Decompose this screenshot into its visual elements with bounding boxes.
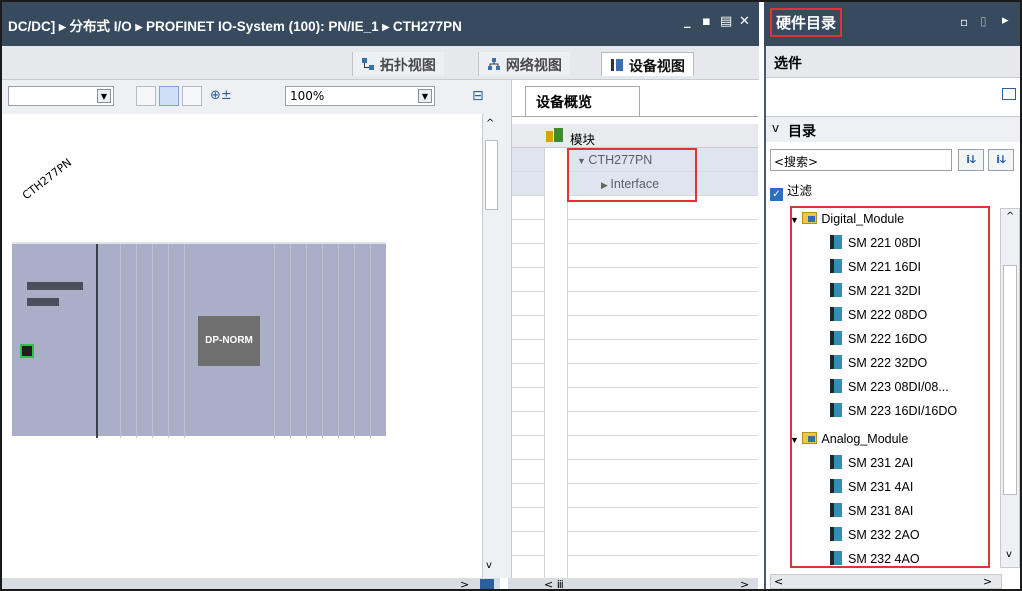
rack-slot [168, 244, 169, 438]
chevron-down-icon[interactable]: v [772, 121, 779, 135]
collapse-arrow-icon[interactable]: ▸ [1002, 13, 1009, 28]
device-icon [610, 58, 624, 76]
search-placeholder: <搜索> [774, 155, 819, 169]
rack-slot [120, 244, 121, 438]
editor-title-bar: DC/DC] ▸ 分布式 I/O ▸ PROFINET IO-System (1… [2, 2, 759, 46]
column-header-module: 模块 [570, 132, 596, 147]
catalog-vertical-scrollbar[interactable]: ^ v [1000, 208, 1020, 568]
dp-norm-module[interactable]: DP-NORM [198, 316, 260, 366]
topology-icon [361, 57, 375, 75]
filter-label: 过滤 [786, 183, 812, 198]
tab-network-view[interactable]: 网络视图 [478, 52, 570, 76]
canvas-vertical-scrollbar[interactable]: ^ v [482, 114, 500, 578]
tab-device-view[interactable]: 设备视图 [601, 52, 694, 76]
overview-highlight-box [567, 148, 697, 202]
splitter[interactable] [500, 80, 512, 578]
close-button[interactable]: ✕ [739, 14, 750, 29]
status-bar-icon [27, 282, 83, 290]
rack-slot [274, 244, 275, 438]
scroll-right-icon[interactable]: > [740, 578, 749, 589]
hardware-catalog-title: 硬件目录 [770, 8, 843, 37]
scroll-right-icon[interactable]: > [460, 578, 469, 589]
tab-label: 网络视图 [505, 58, 562, 74]
rack-slot [152, 244, 153, 438]
catalog-highlight-box [790, 206, 990, 568]
tia-portal-window: DC/DC] ▸ 分布式 I/O ▸ PROFINET IO-System (1… [0, 0, 1022, 591]
minimize-button[interactable]: _ [684, 14, 691, 29]
view-tabs-bar: 拓扑视图 网络视图 设备视图 [2, 46, 759, 80]
catalog-header[interactable]: v 目录 [766, 116, 1020, 142]
search-up-button[interactable]: ⅰↆ [988, 149, 1014, 171]
overview-horizontal-scrollbar[interactable]: < ⅲ > [508, 578, 758, 589]
maximize-button[interactable]: ▤ [720, 14, 732, 29]
scroll-up-icon[interactable]: ^ [1006, 211, 1014, 222]
options-title: 选件 [774, 56, 802, 72]
filter-checkbox-row[interactable]: ✓ 过滤 [770, 180, 812, 201]
zoom-value: 100% [290, 89, 325, 103]
tab-device-overview[interactable]: 设备概览 [525, 86, 640, 116]
network-icon [487, 57, 501, 75]
scrollbar-thumb[interactable] [1003, 265, 1017, 495]
catalog-title-bar: 硬件目录 ▫ ▯ ▸ [764, 2, 1020, 46]
table-column [544, 148, 568, 578]
zoom-dropdown[interactable]: 100% ▼ [285, 86, 435, 106]
layout-button[interactable] [136, 86, 156, 106]
rack-slot [306, 244, 307, 438]
rack-slot [184, 244, 185, 438]
overview-toggle-icon[interactable]: ⊟ [472, 88, 484, 104]
tab-label: 设备视图 [628, 59, 685, 75]
port-icon[interactable] [20, 344, 34, 358]
device-select-dropdown[interactable]: ▼ [8, 86, 114, 106]
rack-divider [96, 244, 98, 438]
tab-label: 拓扑视图 [379, 58, 436, 74]
scroll-right-icon[interactable]: > [983, 575, 992, 588]
chevron-down-icon: ▼ [97, 89, 111, 103]
show-labels-button[interactable] [159, 86, 179, 106]
module-tree-icon [546, 128, 564, 146]
canvas-horizontal-scrollbar[interactable]: > [2, 578, 500, 589]
pin-icon[interactable]: ▯ [980, 14, 987, 28]
rack-slot [290, 244, 291, 438]
scroll-down-icon[interactable]: v [486, 560, 492, 571]
search-down-button[interactable]: ⅰↆ [958, 149, 984, 171]
breadcrumb: DC/DC] ▸ 分布式 I/O ▸ PROFINET IO-System (1… [8, 19, 462, 34]
rack-slot [370, 244, 371, 438]
scroll-left-icon[interactable]: < ⅲ [544, 578, 564, 589]
search-input[interactable]: <搜索> [770, 149, 952, 171]
checkbox-checked-icon[interactable]: ✓ [770, 188, 783, 201]
chevron-down-icon: ▼ [418, 89, 432, 103]
options-header: 选件 [766, 46, 1020, 78]
tab-topology-view[interactable]: 拓扑视图 [352, 52, 444, 76]
scroll-up-icon[interactable]: ^ [486, 118, 494, 129]
grid-button[interactable] [182, 86, 202, 106]
navigation-icon[interactable] [480, 579, 494, 589]
scrollbar-thumb[interactable] [485, 140, 498, 210]
rack-slot [354, 244, 355, 438]
overview-header-row: 模块 [512, 124, 758, 148]
scroll-down-icon[interactable]: v [1006, 549, 1012, 560]
float-window-button[interactable]: ▪ [702, 14, 711, 29]
float-icon[interactable]: ▫ [960, 15, 968, 29]
catalog-horizontal-scrollbar[interactable]: < > [770, 574, 1002, 589]
rack-slot [136, 244, 137, 438]
catalog-title: 目录 [788, 124, 816, 140]
device-view-toolbar: ▼ ⊕± 100% ▼ ⊟ [2, 80, 502, 114]
zoom-icon[interactable]: ⊕± [210, 88, 232, 103]
rack-slot [322, 244, 323, 438]
expand-panel-icon[interactable] [1002, 88, 1016, 100]
status-bar-icon [27, 298, 59, 306]
scroll-left-icon[interactable]: < [774, 575, 783, 588]
rack-slot [338, 244, 339, 438]
